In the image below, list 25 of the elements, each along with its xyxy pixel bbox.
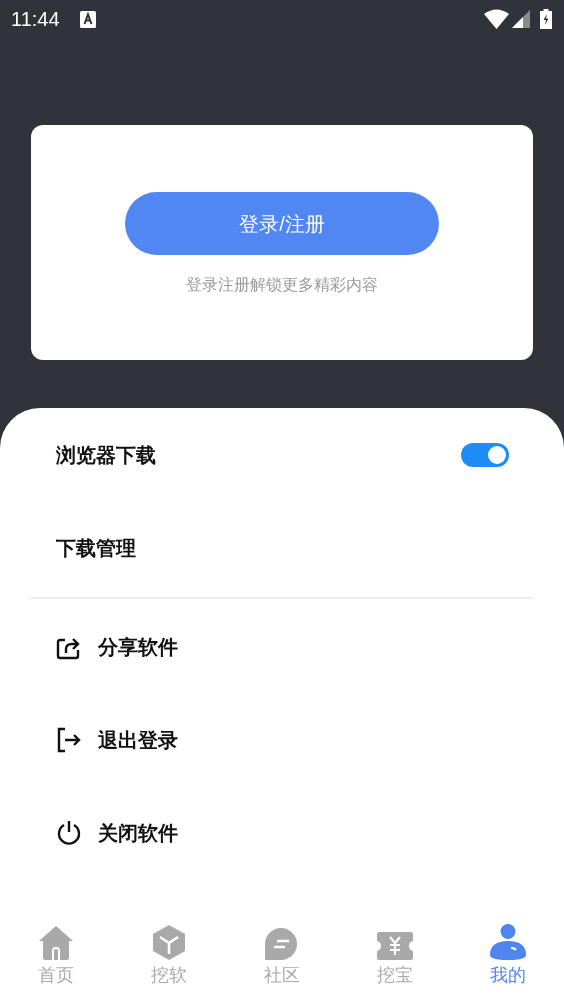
tab-item[interactable]: 挖宝 [338,931,452,990]
hint-text: 登录注册解锁更多精彩内容 [186,275,378,295]
tab-item[interactable]: 社区 [225,927,339,990]
tab-item[interactable]: 挖软 [112,924,226,990]
login-button[interactable]: 登录/注册 [125,192,439,255]
clock-text: 11:44 [11,7,60,32]
menu-item[interactable]: 退出登录 [0,693,564,786]
power-icon [56,819,82,846]
setting-label: 浏览器下载 [56,442,156,468]
keyboard-notification-icon [79,10,96,28]
logout-icon [56,726,82,753]
tab-item[interactable]: 我的 [451,923,564,990]
menu-item[interactable]: 下载管理 [56,532,136,563]
menu-item[interactable]: 关闭软件 [0,786,564,879]
home-icon [38,926,75,960]
cube-icon [153,925,186,960]
wifi-icon [484,9,509,29]
tab-item[interactable]: 首页 [0,925,113,990]
user-icon [489,924,526,960]
battery-icon [540,9,552,29]
menu-item[interactable]: 分享软件 [0,600,564,693]
signal-icon [512,10,530,28]
toggle-switch[interactable] [461,442,509,467]
chat-bubble-icon [265,928,299,960]
ticket-icon [376,932,413,960]
